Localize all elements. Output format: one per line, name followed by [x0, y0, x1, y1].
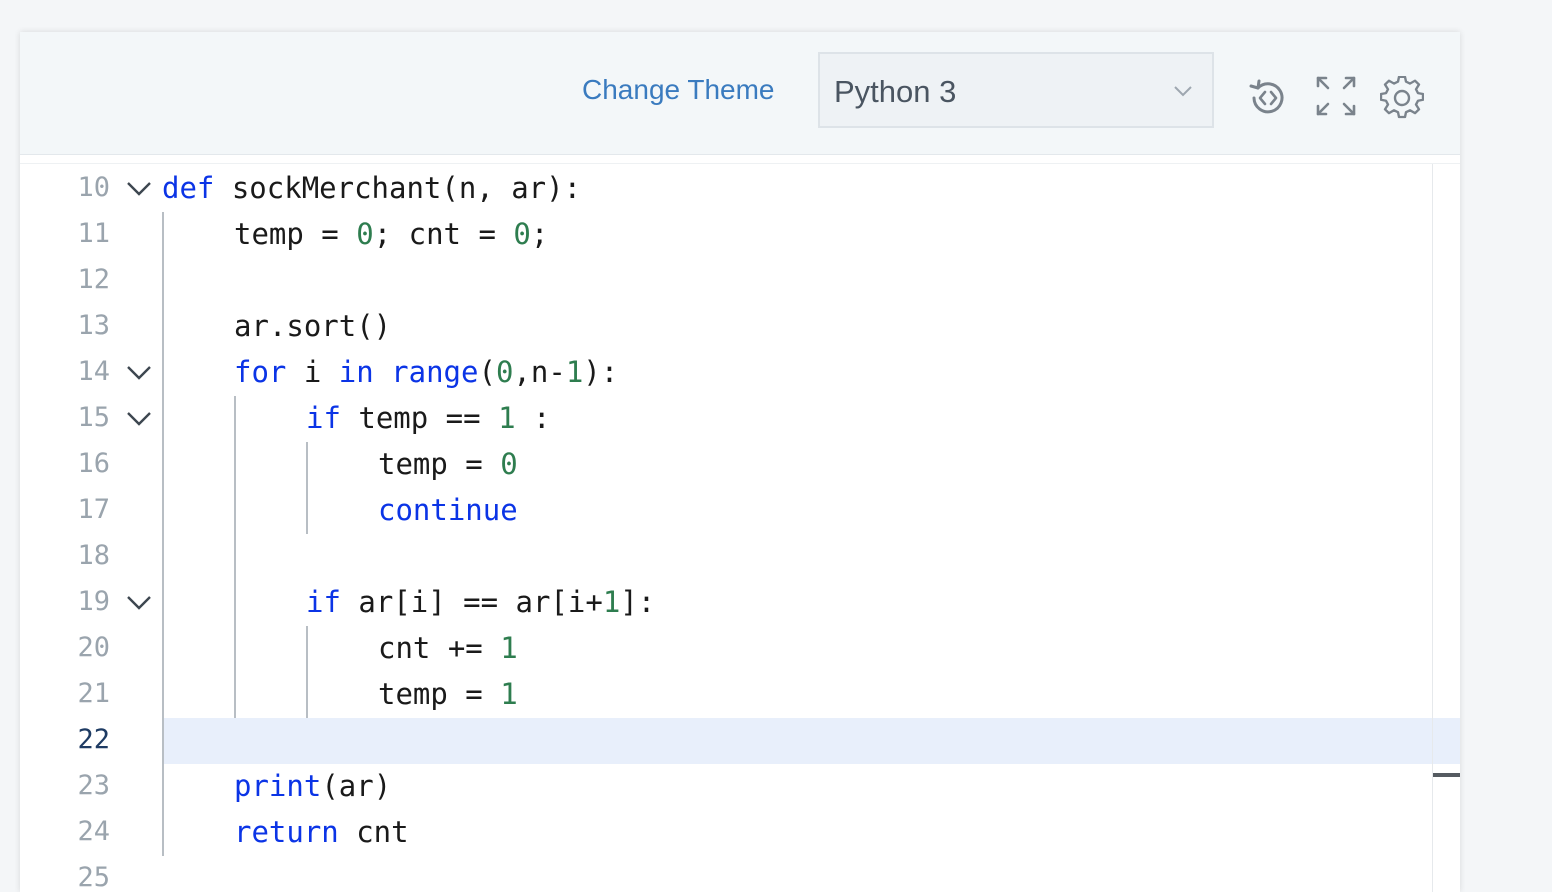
- line-number: 19: [77, 586, 110, 617]
- scrollbar-marker: [1433, 773, 1460, 777]
- line-number: 16: [77, 448, 110, 479]
- scrollbar-track[interactable]: [1432, 164, 1433, 892]
- code-area[interactable]: 10 def sockMerchant(n, ar): 11 temp = 0; cn…: [20, 164, 1460, 892]
- gear-icon[interactable]: [1380, 76, 1424, 120]
- code-line[interactable]: 18: [20, 534, 1460, 580]
- code-text: return cnt: [234, 815, 409, 849]
- toolbar-divider: [20, 155, 1460, 164]
- line-number: 20: [77, 632, 110, 663]
- language-select[interactable]: Python 3: [818, 52, 1214, 128]
- line-number: 12: [77, 264, 110, 295]
- code-text: if ar[i] == ar[i+1]:: [306, 585, 656, 619]
- code-text: temp = 0: [378, 447, 518, 481]
- code-line[interactable]: 20 cnt += 1: [20, 626, 1460, 672]
- code-text: for i in range(0,n-1):: [234, 355, 619, 389]
- reset-history-icon[interactable]: [1246, 76, 1290, 120]
- indent-guide: [234, 396, 236, 718]
- code-line[interactable]: 14 for i in range(0,n-1):: [20, 350, 1460, 396]
- code-line[interactable]: 15 if temp == 1 :: [20, 396, 1460, 442]
- fold-chevron-icon[interactable]: [126, 410, 152, 428]
- code-text: temp = 0; cnt = 0;: [234, 217, 549, 251]
- line-number: 24: [77, 816, 110, 847]
- editor-toolbar: Change Theme Python 3: [20, 32, 1460, 155]
- language-select-value: Python 3: [834, 74, 957, 109]
- line-number: 21: [77, 678, 110, 709]
- change-theme-link[interactable]: Change Theme: [582, 74, 775, 106]
- fold-chevron-icon[interactable]: [126, 364, 152, 382]
- line-number: 18: [77, 540, 110, 571]
- code-line[interactable]: 22: [20, 718, 1460, 764]
- line-number: 25: [77, 862, 110, 892]
- indent-guide: [306, 442, 308, 534]
- code-text: temp = 1: [378, 677, 518, 711]
- indent-guide: [162, 212, 164, 856]
- code-line[interactable]: 19 if ar[i] == ar[i+1]:: [20, 580, 1460, 626]
- code-text: print(ar): [234, 769, 392, 803]
- code-editor-panel: Change Theme Python 3 10 def sockMerchan…: [20, 32, 1460, 892]
- code-line[interactable]: 25: [20, 856, 1460, 892]
- code-line[interactable]: 13 ar.sort(): [20, 304, 1460, 350]
- line-number: 14: [77, 356, 110, 387]
- line-number: 22: [77, 724, 110, 755]
- code-line[interactable]: 23 print(ar): [20, 764, 1460, 810]
- code-line[interactable]: 21 temp = 1: [20, 672, 1460, 718]
- code-text: continue: [378, 493, 518, 527]
- code-text: if temp == 1 :: [306, 401, 551, 435]
- line-number: 13: [77, 310, 110, 341]
- code-text: def sockMerchant(n, ar):: [162, 171, 582, 205]
- code-line[interactable]: 10 def sockMerchant(n, ar):: [20, 166, 1460, 212]
- code-line[interactable]: 12: [20, 258, 1460, 304]
- line-number: 11: [77, 218, 110, 249]
- code-line[interactable]: 16 temp = 0: [20, 442, 1460, 488]
- line-number: 10: [77, 172, 110, 203]
- line-number: 17: [77, 494, 110, 525]
- line-number: 15: [77, 402, 110, 433]
- code-text: cnt += 1: [378, 631, 518, 665]
- code-line[interactable]: 17 continue: [20, 488, 1460, 534]
- fullscreen-icon[interactable]: [1314, 74, 1358, 118]
- line-number: 23: [77, 770, 110, 801]
- fold-chevron-icon[interactable]: [126, 594, 152, 612]
- chevron-down-icon: [1174, 86, 1192, 97]
- code-line[interactable]: 24 return cnt: [20, 810, 1460, 856]
- code-line[interactable]: 11 temp = 0; cnt = 0;: [20, 212, 1460, 258]
- active-line-highlight: [162, 718, 1460, 764]
- code-text: ar.sort(): [234, 309, 392, 343]
- fold-chevron-icon[interactable]: [126, 180, 152, 198]
- indent-guide: [306, 626, 308, 718]
